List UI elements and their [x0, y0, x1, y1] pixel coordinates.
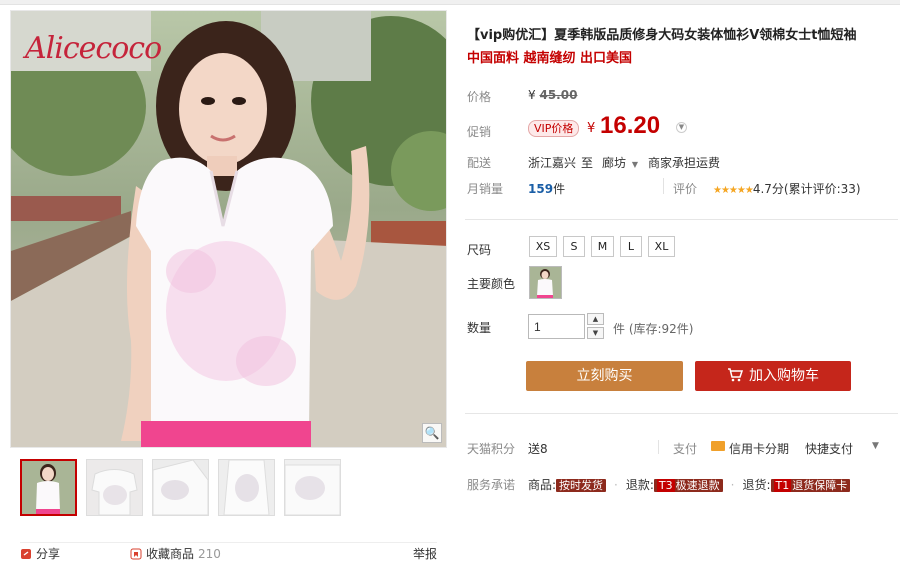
separator-dot: · [730, 478, 735, 492]
rating-summary[interactable]: ★★★★★4.7分(累计评价:33) [713, 180, 861, 197]
favorite-icon [130, 548, 142, 559]
size-option-m[interactable]: M [591, 236, 614, 257]
thumbnail-strip [20, 459, 341, 516]
rating-score: 4.7分 [752, 182, 784, 196]
delivery-destination: 廊坊 [602, 156, 627, 170]
divider [465, 219, 898, 220]
color-swatch-white[interactable] [529, 266, 562, 299]
goods-label: 商品: [528, 478, 557, 492]
sales-unit: 件 [553, 182, 566, 196]
original-price-value: 45.00 [539, 88, 578, 102]
size-option-xs[interactable]: XS [529, 236, 557, 257]
pay-label: 支付 [673, 442, 698, 456]
divider [663, 178, 664, 194]
original-price: ¥ 45.00 [528, 88, 577, 102]
report-label: 举报 [412, 547, 437, 561]
delivery-destination-select[interactable]: 廊坊 ▼ [602, 154, 638, 171]
promo-label: 促销 [467, 125, 492, 139]
return-code: T1 [773, 479, 792, 492]
quantity-decrease-button[interactable]: ▼ [587, 327, 604, 339]
main-product-image[interactable]: Alicecoco 🔍 [10, 10, 447, 448]
stock-text: 件 (库存:92件) [613, 322, 694, 336]
cart-icon [728, 368, 743, 382]
add-to-cart-label: 加入购物车 [749, 368, 819, 384]
share-row: 分享 收藏商品 210 举报 [20, 542, 437, 562]
product-photo [11, 11, 446, 447]
ship-on-time-badge[interactable]: 按时发货 [556, 479, 607, 492]
favorite-button[interactable]: 收藏商品 210 [130, 545, 221, 562]
brand-logo: Alicecoco [25, 31, 162, 66]
size-option-l[interactable]: L [620, 236, 642, 257]
review-label: 评价 [673, 182, 698, 196]
quantity-label: 数量 [467, 321, 492, 335]
promo-price: 16.20 [600, 112, 661, 139]
chevron-down-icon[interactable]: ▼ [872, 441, 879, 451]
promo-chevron-down-icon[interactable]: ▼ [676, 122, 687, 133]
size-label: 尺码 [467, 243, 492, 257]
price-label: 价格 [467, 90, 492, 104]
credit-installment-link[interactable]: 信用卡分期 [729, 440, 789, 457]
thumbnail-back-3[interactable] [218, 459, 275, 516]
delivery-to-word: 至 [581, 156, 594, 170]
divider [658, 440, 659, 454]
delivery-label: 配送 [467, 156, 492, 170]
thumbnail-back-1[interactable] [86, 459, 143, 516]
service-promises: 商品: 按时发货 · 退款: T3 极速退款 · 退货: T1 退货保障卡 [528, 476, 851, 493]
share-label: 分享 [36, 547, 61, 561]
refund-label: 退款: [625, 478, 654, 492]
color-label: 主要颜色 [467, 277, 516, 291]
favorite-label: 收藏商品 [146, 547, 195, 561]
thumbnail-back-4[interactable] [284, 459, 341, 516]
return-label: 退货: [742, 478, 771, 492]
shipping-fee: 商家承担运费 [648, 156, 721, 170]
currency-symbol: ¥ [528, 88, 536, 102]
sales-count: 159 [528, 182, 554, 196]
divider [465, 413, 898, 414]
vip-price-badge: VIP价格 [528, 120, 580, 137]
service-label: 服务承诺 [467, 478, 516, 492]
credit-card-icon [711, 441, 725, 451]
monthly-sales-label: 月销量 [467, 182, 504, 196]
share-icon [21, 548, 31, 559]
points-label: 天猫积分 [467, 442, 516, 456]
delivery-from: 浙江嘉兴 [528, 156, 577, 170]
product-subtitle: 中国面料 越南缝纫 出口美国 [467, 51, 633, 66]
quick-pay-link[interactable]: 快捷支付 [805, 440, 853, 457]
top-bar [0, 0, 900, 5]
chevron-down-icon: ▼ [631, 160, 638, 169]
add-to-cart-button[interactable]: 加入购物车 [695, 361, 851, 391]
promo-currency: ¥ [587, 121, 596, 136]
refund-code: T3 [656, 479, 675, 492]
fast-refund-badge[interactable]: T3 极速退款 [653, 479, 723, 492]
size-option-xl[interactable]: XL [648, 236, 675, 257]
quantity-input[interactable] [528, 314, 585, 339]
separator-dot: · [614, 478, 618, 492]
share-button[interactable]: 分享 [20, 545, 60, 562]
size-option-s[interactable]: S [563, 236, 585, 257]
favorite-count: 210 [198, 546, 221, 561]
points-value: 送8 [528, 442, 548, 456]
review-count: (累计评价:33) [783, 182, 861, 196]
thumbnail-front[interactable] [20, 459, 77, 516]
return-tag: 退货保障卡 [792, 479, 848, 492]
monthly-sales: 159件 [528, 180, 565, 197]
quantity-increase-button[interactable]: ▲ [587, 313, 604, 325]
rating-stars-icon: ★★★★★ [713, 185, 754, 196]
refund-tag: 极速退款 [675, 479, 720, 492]
zoom-magnifier-icon[interactable]: 🔍 [422, 423, 442, 443]
return-guarantee-badge[interactable]: T1 退货保障卡 [770, 479, 851, 492]
report-link[interactable]: 举报 [413, 545, 437, 562]
thumbnail-back-2[interactable] [152, 459, 209, 516]
product-title: 【vip购优汇】夏季韩版品质修身大码女装体恤衫V领棉女士t恤短袖 [467, 28, 857, 43]
buy-now-button[interactable]: 立刻购买 [526, 361, 683, 391]
